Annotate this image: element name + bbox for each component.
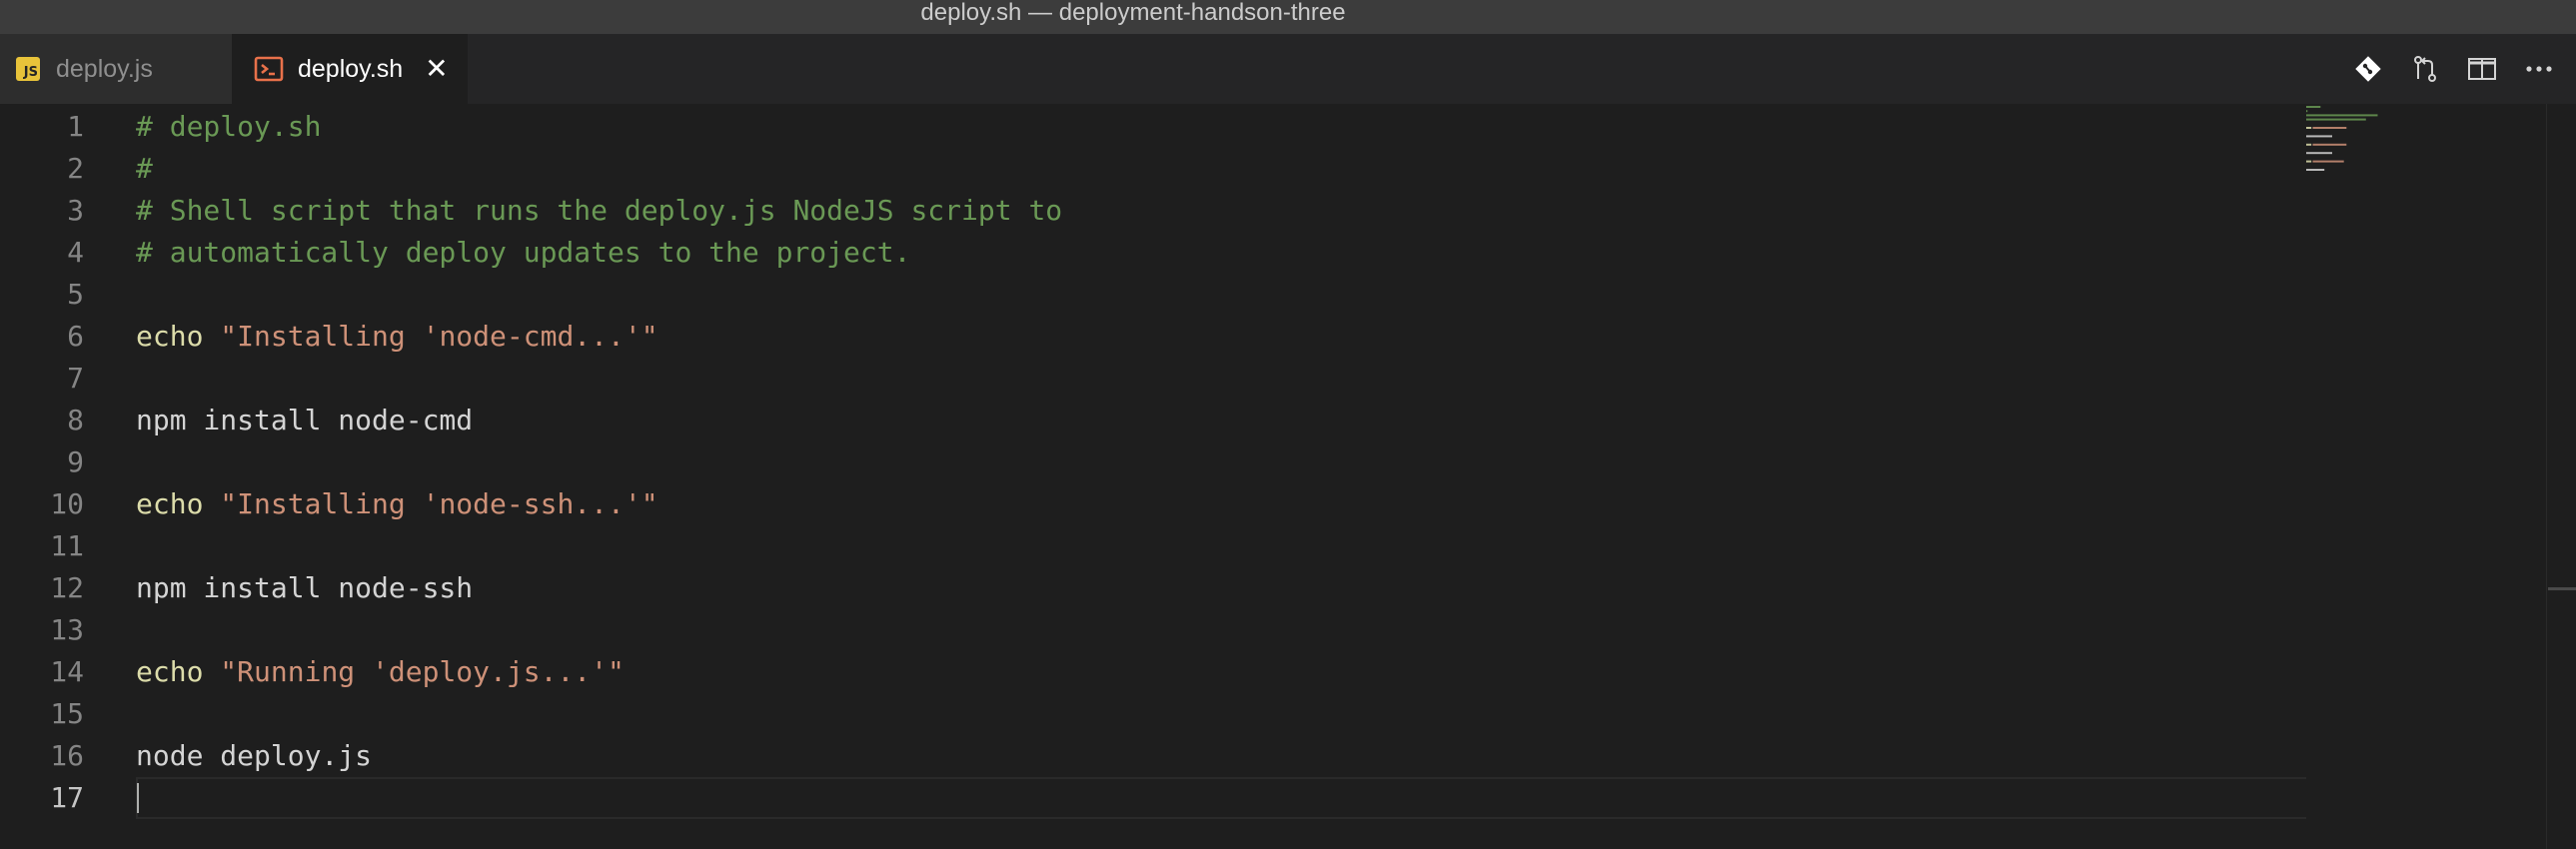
minimap-token	[2312, 143, 2347, 146]
code-line[interactable]: 13	[0, 609, 2308, 651]
code-line[interactable]: 6 echo "Installing 'node-cmd...'"	[0, 316, 2308, 358]
line-number: 8	[67, 404, 84, 436]
code-line[interactable]: 9	[0, 441, 2308, 483]
minimap-token	[2306, 110, 2308, 113]
minimap-token	[2312, 127, 2347, 129]
current-line-highlight	[136, 777, 2308, 819]
code-token: #	[136, 152, 153, 185]
code-line[interactable]: 7	[0, 358, 2308, 400]
code-token: "Running 'deploy.js...'"	[220, 655, 625, 688]
code-token: # automatically deploy updates to the pr…	[136, 236, 911, 269]
line-number: 11	[50, 529, 84, 562]
code-line[interactable]: 1 # deploy.sh	[0, 106, 2308, 148]
title-bar: deploy.sh — deployment-handson-three	[0, 0, 2576, 34]
text-cursor	[137, 783, 139, 813]
line-number: 16	[50, 739, 84, 772]
line-number: 17	[50, 781, 84, 814]
code-token: "Installing 'node-cmd...'"	[220, 320, 658, 353]
code-line[interactable]: 3 # Shell script that runs the deploy.js …	[0, 190, 2308, 232]
minimap-token	[2306, 152, 2332, 155]
line-number: 6	[67, 320, 84, 353]
line-code: node deploy.js	[136, 735, 372, 777]
code-line[interactable]: 15	[0, 693, 2308, 735]
line-code: # deploy.sh	[136, 106, 321, 148]
code-line[interactable]: 5	[0, 274, 2308, 316]
tab-deploy-js[interactable]: JS deploy.js	[0, 34, 232, 104]
code-token: echo	[136, 655, 204, 688]
tab-label: deploy.sh	[298, 54, 404, 83]
line-code: npm install node-cmd	[136, 400, 473, 441]
minimap-token	[2306, 114, 2378, 117]
minimap-token	[2306, 127, 2312, 129]
code-token: # Shell script that runs the deploy.js N…	[136, 194, 1063, 227]
minimap-token	[2306, 143, 2312, 146]
line-number: 12	[50, 571, 84, 604]
minimap-token	[2306, 160, 2312, 163]
line-number: 14	[50, 655, 84, 688]
line-code: npm install node-ssh	[136, 567, 473, 609]
tab-bar: JS deploy.js deploy.sh ✕	[0, 34, 2576, 104]
open-changes-icon[interactable]	[2410, 54, 2440, 84]
code-line[interactable]: 11	[0, 525, 2308, 567]
line-number: 2	[67, 152, 84, 185]
minimap-token	[2306, 135, 2332, 138]
code-editor[interactable]: 1 # deploy.sh 2 #3 # Shell script that runs …	[0, 104, 2576, 849]
line-number: 4	[67, 236, 84, 269]
terminal-file-icon	[254, 54, 284, 84]
code-token: "Installing 'node-ssh...'"	[220, 487, 658, 520]
line-code: echo "Installing 'node-cmd...'"	[136, 316, 658, 358]
js-file-icon: JS	[16, 57, 40, 81]
code-line[interactable]: 8 npm install node-cmd	[0, 400, 2308, 441]
line-number: 10	[50, 487, 84, 520]
code-token: echo	[136, 320, 204, 353]
split-editor-icon[interactable]	[2467, 54, 2497, 84]
vertical-scrollbar[interactable]	[2546, 104, 2576, 849]
line-code: echo "Running 'deploy.js...'"	[136, 651, 625, 693]
code-line[interactable]: 10 echo "Installing 'node-ssh...'"	[0, 483, 2308, 525]
code-token: echo	[136, 487, 204, 520]
line-code: echo "Installing 'node-ssh...'"	[136, 483, 658, 525]
minimap-token	[2306, 169, 2325, 171]
code-line[interactable]: 12 npm install node-ssh	[0, 567, 2308, 609]
tab-label: deploy.js	[56, 54, 153, 83]
editor-actions	[2353, 34, 2576, 104]
window-title: deploy.sh — deployment-handson-three	[920, 0, 1346, 26]
code-token: # deploy.sh	[136, 110, 322, 143]
line-code: # automatically deploy updates to the pr…	[136, 232, 910, 274]
more-actions-icon[interactable]	[2524, 54, 2554, 84]
tab-deploy-sh[interactable]: deploy.sh ✕	[232, 34, 468, 104]
line-number: 15	[50, 697, 84, 730]
line-number: 7	[67, 362, 84, 395]
minimap-token	[2312, 160, 2344, 163]
code-token: npm install node-ssh	[136, 571, 474, 604]
minimap-token	[2306, 118, 2366, 121]
code-line[interactable]: 4 # automatically deploy updates to the p…	[0, 232, 2308, 274]
code-line[interactable]: 14 echo "Running 'deploy.js...'"	[0, 651, 2308, 693]
code-token: node deploy.js	[136, 739, 373, 772]
line-code: # Shell script that runs the deploy.js N…	[136, 190, 1062, 232]
line-number: 9	[67, 445, 84, 478]
code-line[interactable]: 2 #	[0, 148, 2308, 190]
line-number: 5	[67, 278, 84, 311]
scrollbar-marker	[2548, 587, 2576, 590]
line-number: 3	[67, 194, 84, 227]
minimap[interactable]	[2306, 104, 2546, 849]
line-number: 1	[67, 110, 84, 143]
code-token: npm install node-cmd	[136, 404, 474, 436]
git-compare-icon[interactable]	[2353, 54, 2383, 84]
code-line[interactable]: 16 node deploy.js	[0, 735, 2308, 777]
minimap-token	[2306, 106, 2321, 108]
line-code: #	[136, 148, 153, 190]
close-icon[interactable]: ✕	[425, 55, 448, 83]
line-number: 13	[50, 613, 84, 646]
